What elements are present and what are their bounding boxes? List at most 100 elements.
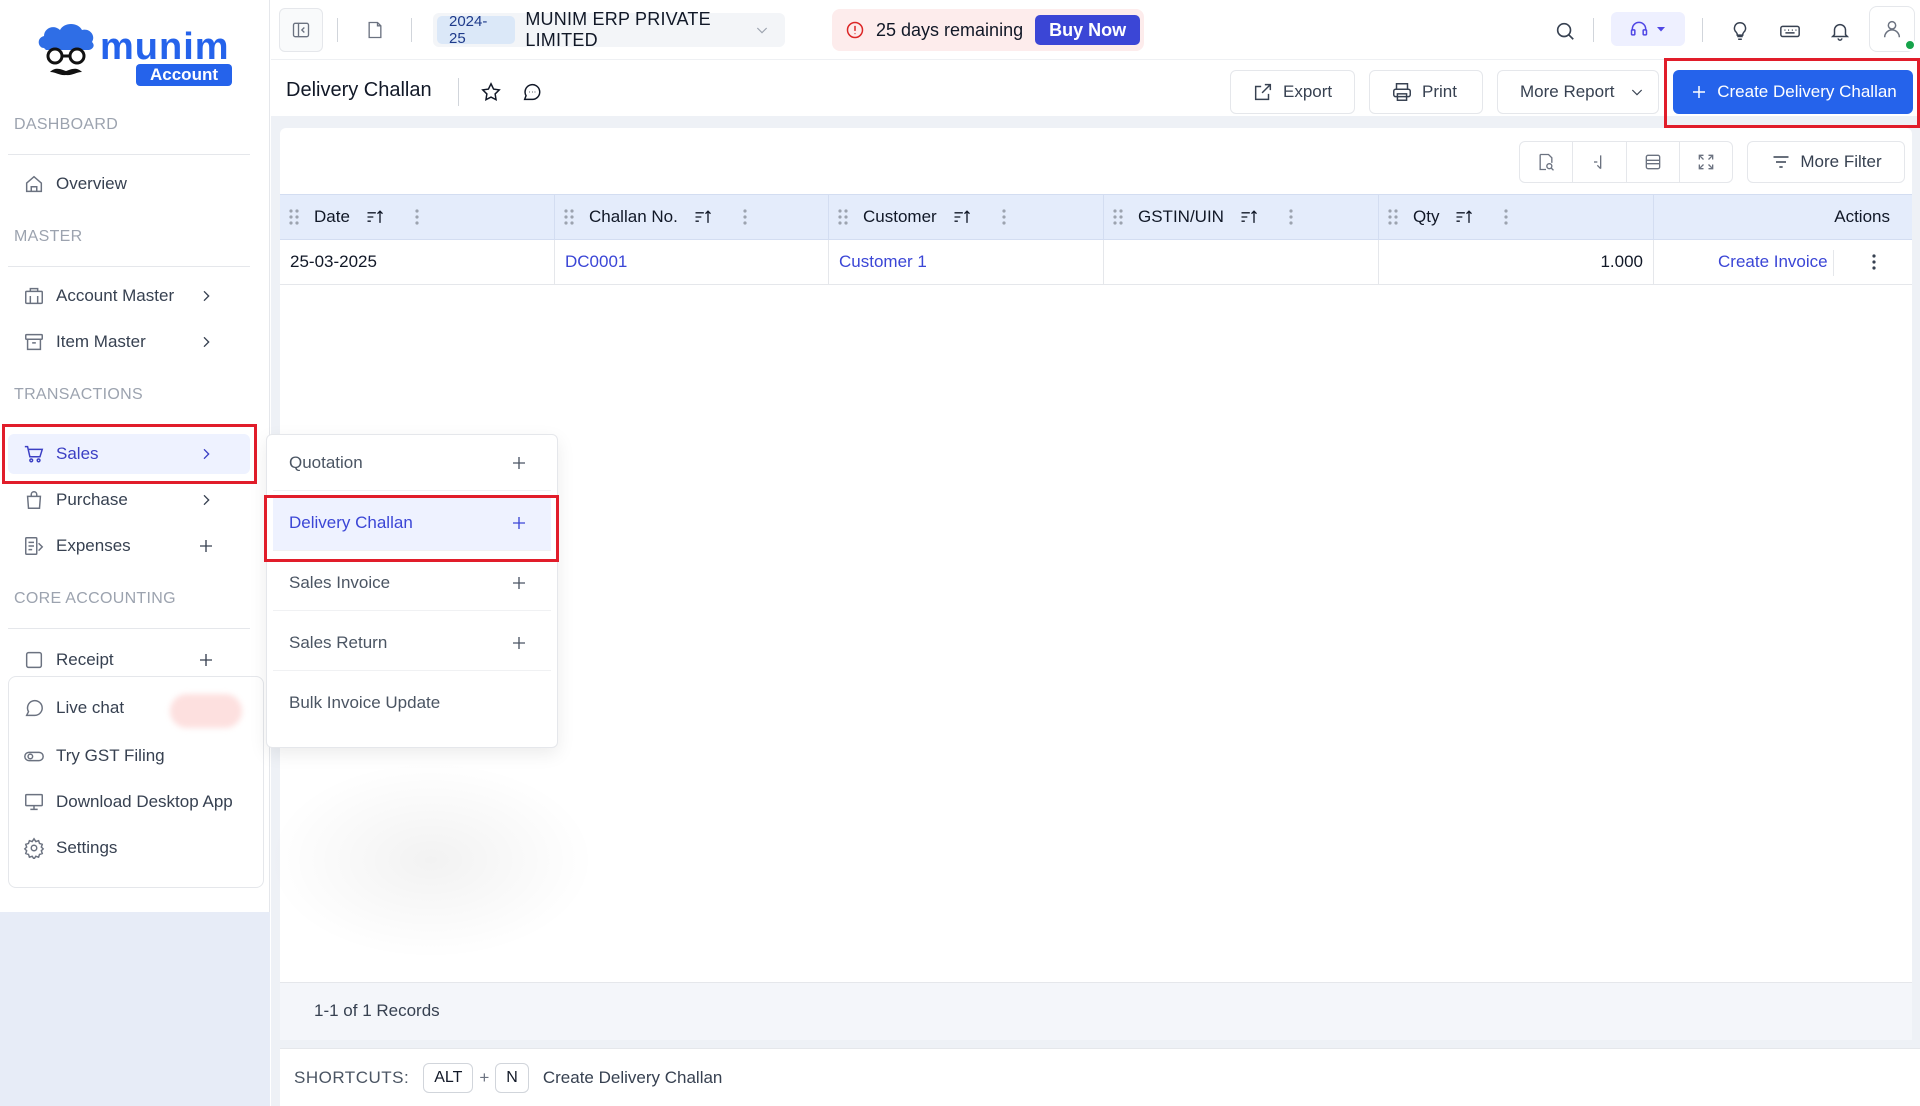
sidebar-item-item-master[interactable]: Item Master <box>8 322 250 362</box>
backdrop-shadow <box>266 760 596 960</box>
column-label: Challan No. <box>589 207 678 226</box>
sort-asc-icon[interactable] <box>364 206 386 228</box>
column-label: Qty <box>1413 207 1440 226</box>
online-status-dot <box>1904 39 1916 51</box>
download-desktop-link[interactable]: Download Desktop App <box>8 782 250 822</box>
submenu-item-label: Sales Return <box>289 632 388 652</box>
table-row[interactable]: 25-03-2025 DC0001 Customer 1 1.000 Creat… <box>280 240 1912 285</box>
notes-button[interactable] <box>353 8 397 52</box>
building-icon <box>22 284 46 308</box>
plus-icon[interactable] <box>196 536 216 556</box>
plus-icon[interactable] <box>509 573 529 593</box>
table-tools <box>1519 141 1733 183</box>
chevron-right-icon <box>196 444 216 464</box>
fullscreen-icon[interactable] <box>1680 142 1732 182</box>
column-label: Date <box>314 207 350 226</box>
column-menu-icon[interactable] <box>1501 207 1511 227</box>
submenu-item-sales-return[interactable]: Sales Return <box>273 615 551 671</box>
column-header-challan-no[interactable]: Challan No. <box>555 195 829 239</box>
sidebar-item-label: Download Desktop App <box>56 792 233 811</box>
chat-icon[interactable] <box>520 80 544 104</box>
column-header-qty[interactable]: Qty <box>1379 195 1654 239</box>
submenu-item-bulk-invoice-update[interactable]: Bulk Invoice Update <box>273 675 551 731</box>
submenu-item-sales-invoice[interactable]: Sales Invoice <box>273 555 551 611</box>
keyboard-icon[interactable] <box>1777 18 1803 44</box>
kbd-plus: + <box>479 1067 490 1087</box>
sort-asc-icon[interactable] <box>1453 206 1475 228</box>
brand-wordmark: munim <box>100 26 230 68</box>
cell-customer-link[interactable]: Customer 1 <box>829 240 1104 284</box>
row-actions-menu-icon[interactable] <box>1868 252 1880 272</box>
sidebar-item-receipt[interactable]: Receipt <box>8 640 250 680</box>
column-menu-icon[interactable] <box>1286 207 1296 227</box>
section-core-accounting: CORE ACCOUNTING <box>14 590 176 607</box>
collapse-sidebar-button[interactable] <box>279 8 323 52</box>
drag-handle-icon[interactable] <box>286 207 302 227</box>
settings-link[interactable]: Settings <box>8 828 250 868</box>
submenu-item-quotation[interactable]: Quotation <box>273 435 551 491</box>
gst-filing-link[interactable]: Try GST Filing <box>8 736 250 776</box>
bell-icon[interactable] <box>1827 18 1853 44</box>
drag-handle-icon[interactable] <box>1385 207 1401 227</box>
munim-mascot-icon <box>38 24 94 76</box>
drag-handle-icon[interactable] <box>1110 207 1126 227</box>
buy-now-button[interactable]: Buy Now <box>1035 15 1141 45</box>
plus-icon[interactable] <box>509 453 529 473</box>
sidebar-item-account-master[interactable]: Account Master <box>8 276 250 316</box>
column-header-customer[interactable]: Customer <box>829 195 1104 239</box>
plus-icon[interactable] <box>196 650 216 670</box>
drag-handle-icon[interactable] <box>561 207 577 227</box>
shortcut-action: Create Delivery Challan <box>542 1067 723 1087</box>
company-selector[interactable]: 2024-25 MUNIM ERP PRIVATE LIMITED <box>433 9 785 50</box>
financial-year-badge[interactable]: 2024-25 <box>437 13 516 47</box>
column-header-date[interactable]: Date <box>280 195 555 239</box>
divider <box>1833 250 1834 276</box>
sidebar-item-sales[interactable]: Sales <box>8 434 250 474</box>
star-icon[interactable] <box>479 80 503 104</box>
more-filter-button[interactable]: More Filter <box>1747 141 1905 183</box>
sidebar-item-overview[interactable]: Overview <box>8 164 250 204</box>
search-list-icon[interactable] <box>1520 142 1574 182</box>
column-menu-icon[interactable] <box>412 207 422 227</box>
sort-asc-icon[interactable] <box>951 206 973 228</box>
top-bar: 2024-25 MUNIM ERP PRIVATE LIMITED 25 day… <box>271 0 1920 60</box>
brand-badge: Account <box>136 64 232 86</box>
live-chat-link[interactable]: Live chat <box>8 688 250 728</box>
create-label: Create Delivery Challan <box>1717 82 1897 101</box>
column-label: GSTIN/UIN <box>1138 207 1224 226</box>
user-profile-button[interactable] <box>1869 6 1916 52</box>
receipt-icon <box>22 648 46 672</box>
brand-logo[interactable]: munim Account <box>36 22 236 90</box>
column-header-gstin[interactable]: GSTIN/UIN <box>1104 195 1379 239</box>
alert-circle-icon <box>844 19 866 41</box>
sidebar-item-expenses[interactable]: Expenses <box>8 526 250 566</box>
sidebar-item-label: Purchase <box>56 490 128 509</box>
print-button[interactable]: Print <box>1369 70 1483 114</box>
create-delivery-challan-button[interactable]: Create Delivery Challan <box>1673 70 1913 114</box>
column-menu-icon[interactable] <box>999 207 1009 227</box>
divider <box>8 154 250 155</box>
plus-icon[interactable] <box>509 513 529 533</box>
search-icon[interactable] <box>1552 18 1578 44</box>
sort-icon[interactable] <box>1573 142 1627 182</box>
divider <box>8 266 250 267</box>
submenu-item-delivery-challan[interactable]: Delivery Challan <box>273 495 551 551</box>
lightbulb-icon[interactable] <box>1727 18 1753 44</box>
cell-challan-no-link[interactable]: DC0001 <box>555 240 829 284</box>
more-report-dropdown[interactable]: More Report <box>1497 70 1659 114</box>
density-icon[interactable] <box>1627 142 1680 182</box>
more-report-label: More Report <box>1520 82 1615 101</box>
sort-asc-icon[interactable] <box>692 206 714 228</box>
sort-asc-icon[interactable] <box>1238 206 1260 228</box>
drag-handle-icon[interactable] <box>835 207 851 227</box>
divider <box>337 18 338 42</box>
support-dropdown[interactable] <box>1611 12 1685 46</box>
plus-icon[interactable] <box>509 633 529 653</box>
sidebar-item-purchase[interactable]: Purchase <box>8 480 250 520</box>
sidebar-item-label: Try GST Filing <box>56 746 165 765</box>
sidebar-item-label: Account Master <box>56 286 175 305</box>
export-button[interactable]: Export <box>1230 70 1355 114</box>
records-count: 1-1 of 1 Records <box>314 1001 440 1020</box>
column-menu-icon[interactable] <box>740 207 750 227</box>
toggle-icon <box>22 744 46 768</box>
